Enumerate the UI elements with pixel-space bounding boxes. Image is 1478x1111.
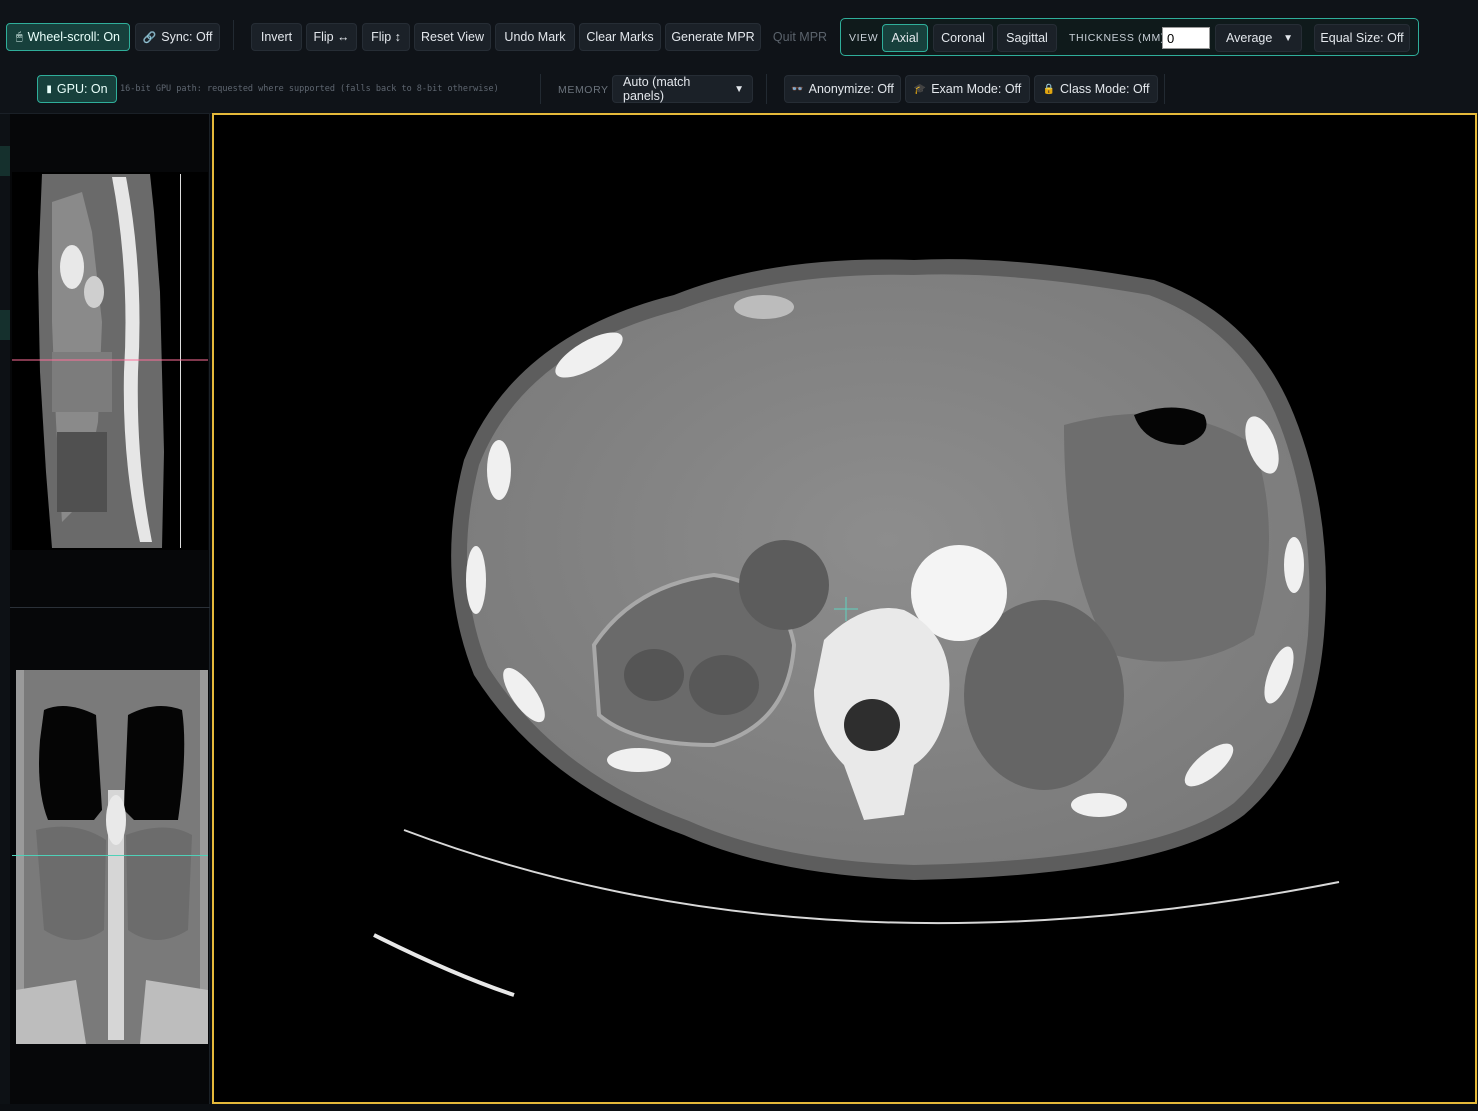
anonymize-label: Anonymize: Off bbox=[808, 82, 894, 96]
thickness-label: THICKNESS (MM) bbox=[1069, 32, 1165, 44]
coronal-crosshair-line bbox=[12, 855, 208, 856]
glasses-icon: 👓 bbox=[791, 83, 804, 95]
exam-mode-toggle[interactable]: 🎓 Exam Mode: Off bbox=[905, 75, 1030, 103]
wheel-scroll-toggle[interactable]: 🖱 Wheel-scroll: On bbox=[6, 23, 130, 51]
gpu-icon: ▮ bbox=[46, 83, 52, 95]
invert-button[interactable]: Invert bbox=[251, 23, 302, 51]
tab-coronal[interactable]: Coronal bbox=[933, 24, 993, 52]
lock-icon: 🔒 bbox=[1042, 83, 1056, 95]
memory-value: Auto (match panels) bbox=[623, 75, 691, 103]
sync-label: Sync: Off bbox=[161, 30, 213, 44]
collapsed-side-panel[interactable] bbox=[0, 114, 10, 1111]
class-mode-toggle[interactable]: 🔒 Class Mode: Off bbox=[1034, 75, 1158, 103]
sagittal-thumbnail[interactable] bbox=[12, 172, 208, 550]
class-mode-label: Class Mode: Off bbox=[1060, 82, 1150, 96]
generate-mpr-button[interactable]: Generate MPR bbox=[665, 23, 761, 51]
link-icon: 🔗 bbox=[142, 31, 157, 44]
memory-label: MEMORY bbox=[558, 84, 609, 96]
view-group: VIEW Axial Coronal Sagittal THICKNESS (M… bbox=[840, 18, 1419, 56]
flip-horizontal-button[interactable]: Flip ↔ bbox=[306, 23, 357, 51]
wheel-scroll-label: Wheel-scroll: On bbox=[27, 30, 120, 44]
coronal-image bbox=[16, 670, 208, 1044]
thumbnail-divider bbox=[10, 607, 210, 608]
projection-mode-value: Average bbox=[1226, 31, 1273, 45]
status-gap bbox=[0, 1104, 1478, 1111]
anonymize-toggle[interactable]: 👓 Anonymize: Off bbox=[784, 75, 901, 103]
sagittal-image bbox=[12, 172, 208, 550]
equal-size-toggle[interactable]: Equal Size: Off bbox=[1314, 24, 1410, 52]
sync-toggle[interactable]: 🔗 Sync: Off bbox=[135, 23, 220, 51]
toolbar-divider bbox=[540, 74, 541, 104]
chevron-down-icon: ▼ bbox=[1283, 32, 1293, 44]
axial-viewport[interactable] bbox=[212, 113, 1477, 1104]
gpu-path-note: 16-bit GPU path: requested where support… bbox=[120, 84, 499, 94]
gpu-toggle[interactable]: ▮ GPU: On bbox=[37, 75, 117, 103]
axial-ct-image bbox=[214, 115, 1475, 1102]
projection-mode-select[interactable]: Average ▼ bbox=[1215, 24, 1302, 52]
strip-indicator bbox=[0, 146, 10, 176]
mouse-icon: 🖱 bbox=[16, 30, 23, 43]
toolbar-divider bbox=[233, 20, 234, 50]
coronal-thumbnail[interactable] bbox=[16, 670, 208, 1044]
primary-toolbar: 🖱 Wheel-scroll: On 🔗 Sync: Off Invert Fl… bbox=[0, 0, 1478, 62]
quit-mpr-button[interactable]: Quit MPR bbox=[765, 23, 835, 51]
chevron-down-icon: ▼ bbox=[734, 83, 744, 95]
flip-vertical-button[interactable]: Flip ↕ bbox=[362, 23, 410, 51]
mpr-thumbnail-sidebar bbox=[10, 114, 210, 1111]
view-label: VIEW bbox=[849, 32, 879, 44]
gpu-label: GPU: On bbox=[56, 82, 108, 96]
strip-indicator bbox=[0, 310, 10, 340]
undo-mark-button[interactable]: Undo Mark bbox=[495, 23, 575, 51]
reset-view-button[interactable]: Reset View bbox=[414, 23, 491, 51]
exam-mode-label: Exam Mode: Off bbox=[931, 82, 1022, 96]
clear-marks-button[interactable]: Clear Marks bbox=[579, 23, 661, 51]
exam-icon: 🎓 bbox=[913, 83, 927, 95]
tab-sagittal[interactable]: Sagittal bbox=[997, 24, 1057, 52]
secondary-toolbar: ▮ GPU: On 16-bit GPU path: requested whe… bbox=[0, 62, 1478, 114]
tab-axial[interactable]: Axial bbox=[882, 24, 928, 52]
toolbar-divider bbox=[766, 74, 767, 104]
toolbar-divider bbox=[1164, 74, 1165, 104]
memory-select[interactable]: Auto (match panels) ▼ bbox=[612, 75, 753, 103]
thickness-input[interactable] bbox=[1162, 27, 1210, 49]
